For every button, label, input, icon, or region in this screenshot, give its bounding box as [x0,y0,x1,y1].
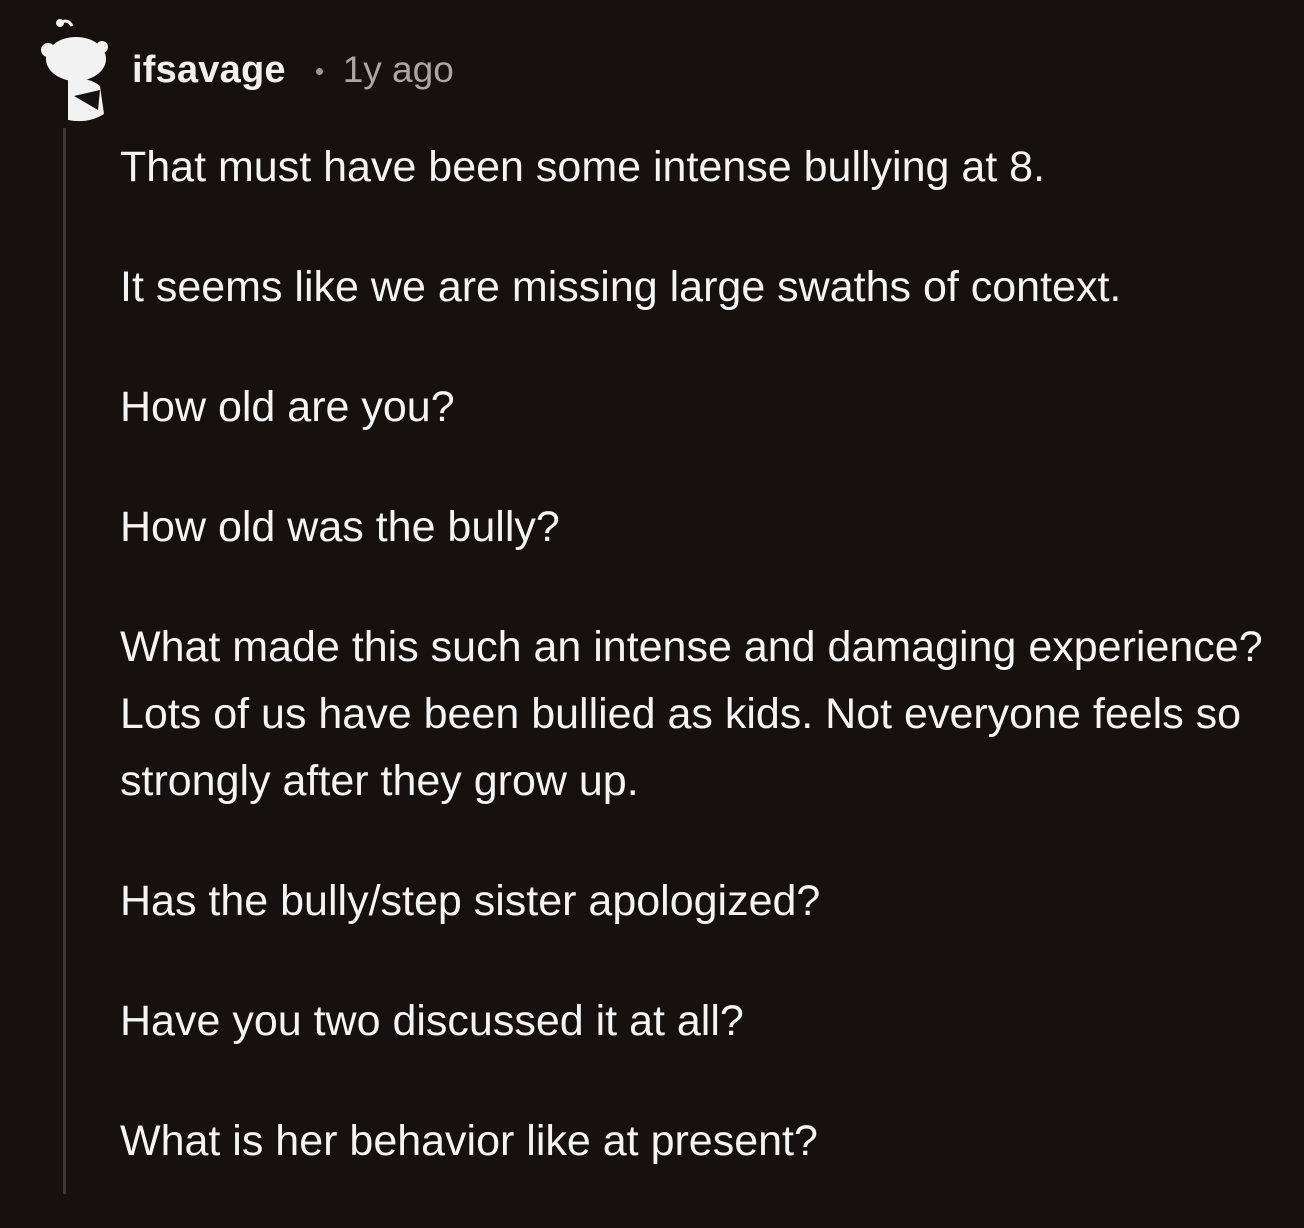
comment-paragraph: Have you two discussed it at all? [120,997,744,1045]
comment-timestamp[interactable]: 1y ago [343,49,454,91]
comment-paragraph: It seems like we are missing large swath… [120,263,1122,311]
comment-body: That must have been some intense bullyin… [120,134,1290,1228]
comment-header: ifsavage 1y ago [132,44,454,96]
thread-line[interactable] [63,128,66,1194]
comment-paragraph: What made this such an intense and damag… [120,623,1263,805]
comment-paragraph: What is her behavior like at present? [120,1117,818,1165]
comment: ifsavage 1y ago That must have been some… [0,0,1304,1194]
comment-paragraph: How old are you? [120,383,455,431]
username-link[interactable]: ifsavage [132,49,286,92]
comment-paragraph: That must have been some intense bullyin… [120,143,1046,191]
comment-paragraph: Has the bully/step sister apologized? [120,877,821,925]
comment-paragraph: How old was the bully? [120,503,560,551]
snoo-avatar-icon[interactable] [38,14,108,126]
separator-dot [315,67,323,75]
